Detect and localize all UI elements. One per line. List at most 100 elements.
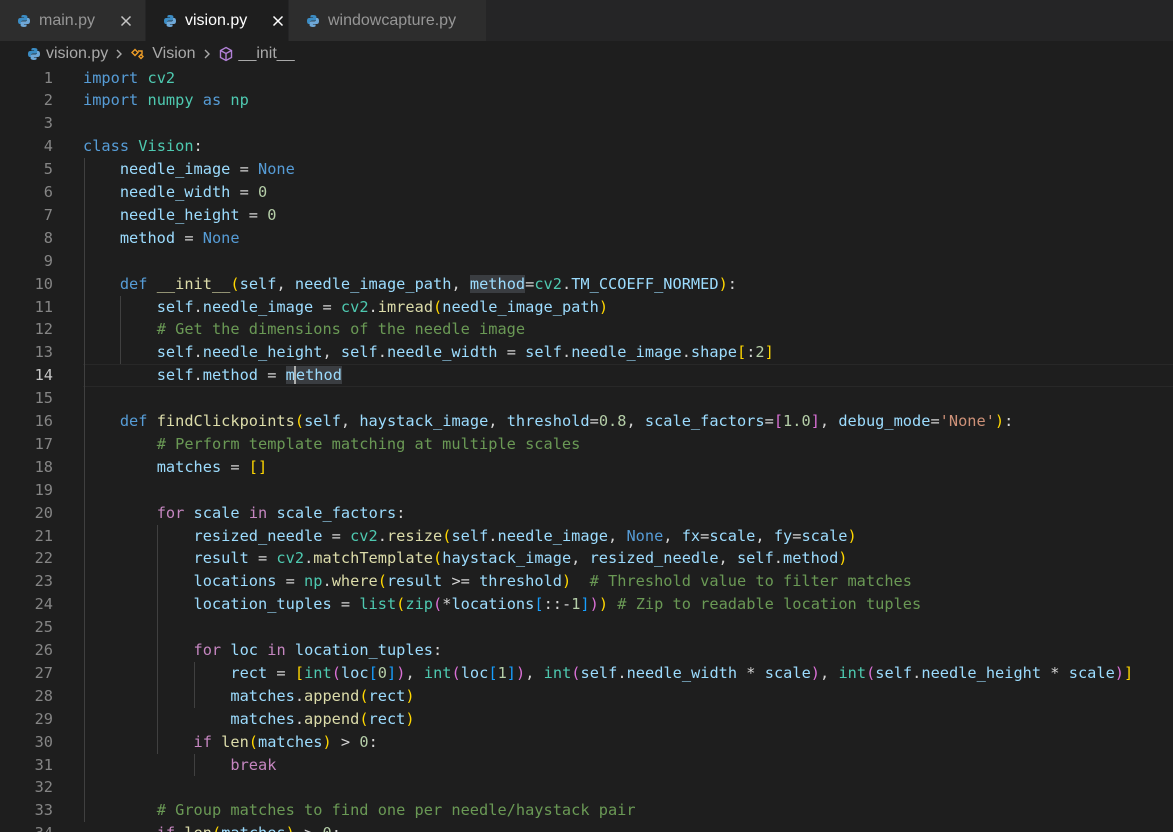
code-line[interactable]: 30 if len(matches) > 0: — [0, 731, 1173, 754]
code-text: needle_image = None — [83, 158, 295, 181]
code-line[interactable]: 20 for scale in scale_factors: — [0, 502, 1173, 525]
code-token: needle_image_path — [442, 297, 599, 316]
code-line[interactable]: 12 # Get the dimensions of the needle im… — [0, 318, 1173, 341]
code-token: resize — [386, 526, 443, 545]
code-line[interactable]: 22 result = cv2.matchTemplate(haystack_i… — [0, 547, 1173, 570]
line-number: 16 — [34, 412, 53, 430]
close-icon[interactable] — [119, 14, 133, 28]
code-token: for — [156, 503, 185, 522]
code-line[interactable]: 13 self.needle_height, self.needle_width… — [0, 341, 1173, 364]
code-token: 0 — [377, 663, 387, 682]
code-token: = — [258, 366, 286, 385]
code-line[interactable]: 10 def __init__(self, needle_image_path,… — [0, 273, 1173, 296]
code-line[interactable]: 16 def findClickpoints(self, haystack_im… — [0, 410, 1173, 433]
code-line[interactable]: 25 — [0, 616, 1173, 639]
code-token: self — [156, 366, 194, 385]
code-line[interactable]: 33 # Group matches to find one per needl… — [0, 799, 1173, 822]
code-line[interactable]: 34 if len(matches) > 0: — [0, 822, 1173, 832]
indent-guide — [83, 158, 85, 823]
code-line[interactable]: 19 — [0, 479, 1173, 502]
code-token: rect — [368, 709, 406, 728]
breadcrumb-class[interactable]: Vision — [130, 45, 196, 63]
tab-vision-py[interactable]: vision.py — [146, 0, 289, 41]
code-token: self — [525, 343, 562, 362]
code-token: 0 — [323, 824, 332, 832]
code-token: matches — [230, 709, 295, 728]
method-cube-icon — [219, 46, 232, 62]
code-token: : — [396, 503, 406, 522]
code-token: ) — [718, 274, 728, 293]
code-text: locations = np.where(result >= threshold… — [83, 570, 912, 593]
tab-main-py[interactable]: main.py — [0, 0, 146, 41]
code-text: matches.append(rect) — [83, 685, 414, 708]
code-line[interactable]: 21 resized_needle = cv2.resize(self.need… — [0, 525, 1173, 548]
code-token: # Zip to readable location tuples — [617, 595, 922, 614]
code-line[interactable]: 26 for loc in location_tuples: — [0, 639, 1173, 662]
code-token: threshold — [506, 412, 590, 430]
code-line[interactable]: 6 needle_width = 0 — [0, 181, 1173, 204]
code-token: Vision — [138, 137, 194, 156]
code-token: in — [248, 503, 268, 522]
code-line[interactable]: 7 needle_height = 0 — [0, 204, 1173, 227]
code-token: ethod — [293, 366, 342, 385]
code-editor[interactable]: 1 import cv2 2 import numpy as np 3 4 class Vi… — [0, 66, 1173, 832]
code-line[interactable]: 15 — [0, 387, 1173, 410]
code-line[interactable]: 11 self.needle_image = cv2.imread(needle… — [0, 296, 1173, 319]
code-line[interactable]: 4 class Vision: — [0, 135, 1173, 158]
code-token: ( — [212, 824, 221, 832]
code-line[interactable]: 17 # Perform template matching at multip… — [0, 433, 1173, 456]
code-line[interactable]: 3 — [0, 112, 1173, 135]
close-icon[interactable] — [271, 14, 285, 28]
breadcrumb-file[interactable]: vision.py — [27, 45, 108, 63]
code-token: . — [304, 549, 314, 568]
code-token: [ — [534, 595, 544, 614]
code-line[interactable]: 18 matches = [] — [0, 456, 1173, 479]
code-token: location_tuples — [294, 641, 434, 659]
code-token: method — [119, 228, 176, 247]
line-number: 27 — [34, 663, 53, 682]
code-line[interactable]: 8 method = None — [0, 227, 1173, 250]
line-number: 30 — [34, 732, 53, 751]
line-number: 14 — [34, 366, 53, 385]
code-token: , — [608, 526, 627, 545]
code-line[interactable]: 5 needle_image = None — [0, 158, 1173, 181]
code-text: if len(matches) > 0: — [83, 822, 341, 832]
code-token: , — [405, 663, 424, 682]
code-line[interactable]: 14 self.method = method — [0, 364, 1173, 387]
code-token: ) — [598, 595, 609, 614]
code-token: , — [340, 412, 360, 430]
code-token: > — [331, 732, 360, 751]
code-token: needle_image — [202, 297, 314, 316]
class-symbol-icon — [131, 48, 145, 60]
code-token: ] — [764, 343, 774, 362]
code-token: ) — [810, 663, 821, 682]
code-line[interactable]: 31 break — [0, 754, 1173, 777]
code-token: debug_mode — [838, 412, 931, 430]
code-line[interactable]: 2 import numpy as np — [0, 89, 1173, 112]
code-line[interactable]: 28 matches.append(rect) — [0, 685, 1173, 708]
tab-label: vision.py — [185, 11, 248, 29]
code-line[interactable]: 23 locations = np.where(result >= thresh… — [0, 570, 1173, 593]
code-token: fy — [773, 526, 793, 545]
code-token: loc — [340, 663, 369, 682]
code-token: [] — [248, 457, 268, 476]
code-token: ( — [359, 709, 369, 728]
tab-windowcapture-py[interactable]: windowcapture.py — [289, 0, 487, 41]
code-line[interactable]: 1 import cv2 — [0, 67, 1173, 90]
code-line[interactable]: 9 — [0, 250, 1173, 273]
code-line[interactable]: 29 matches.append(rect) — [0, 708, 1173, 731]
code-token: haystack_image — [442, 549, 572, 568]
code-line[interactable]: 24 location_tuples = list(zip(*locations… — [0, 593, 1173, 616]
code-line[interactable]: 27 rect = [int(loc[0]), int(loc[1]), int… — [0, 662, 1173, 685]
code-token: 1.0 — [783, 412, 811, 430]
breadcrumb-method[interactable]: __init__ — [218, 45, 295, 63]
code-token: = — [331, 595, 360, 614]
code-line[interactable]: 32 — [0, 776, 1173, 799]
code-token: __init__ — [156, 274, 231, 293]
code-token: np — [230, 91, 249, 110]
